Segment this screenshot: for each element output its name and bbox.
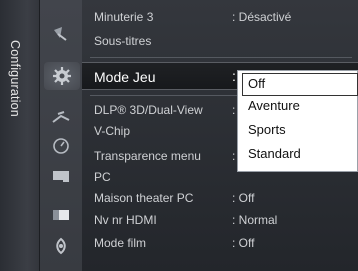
row-label: Mode film [94,236,147,250]
dropdown-option-off[interactable]: Off [242,73,358,96]
row-value: : [232,103,236,117]
clock-icon[interactable] [50,136,72,156]
row-label: Sous-titres [94,34,152,48]
dropdown-option-aventure[interactable]: Aventure [238,95,358,118]
dropdown-option-standard[interactable]: Standard [238,143,358,166]
satellite-icon[interactable] [50,24,72,44]
row-value: : [232,68,236,84]
row-label: Minuterie 3 [94,10,154,24]
mode-jeu-dropdown[interactable]: Off Aventure Sports Standard [237,70,358,172]
row-value: : Normal [232,213,278,227]
gear-icon[interactable] [44,62,80,90]
input-icon[interactable] [50,166,72,186]
menu-row-nv-nr-hdmi[interactable]: Nv nr HDMI : Normal [82,209,358,231]
menu-row-maison-theater-pc[interactable]: Maison theater PC : Off [82,187,358,209]
row-label: Maison theater PC [94,191,194,205]
menu-icon-column [40,0,82,271]
row-label: PC [94,170,111,184]
menu-row-mode-film[interactable]: Mode film : Off [82,232,358,254]
row-value: : Désactivé [232,10,292,24]
row-label: Nv nr HDMI [94,213,157,227]
antenna-icon[interactable] [50,108,72,128]
osd-menu-window: Configuration Minuterie 3 : Désactivé So… [0,0,358,271]
row-label: DLP® 3D/Dual-View [94,103,203,117]
category-tab-label: Configuration [8,40,22,117]
dropdown-option-sports[interactable]: Sports [238,119,358,142]
picture-icon[interactable] [50,205,72,225]
menu-row-minuterie-3[interactable]: Minuterie 3 : Désactivé [82,6,358,28]
row-value: : Off [232,236,255,250]
sound-icon[interactable] [50,236,72,256]
row-label: V-Chip [94,124,131,138]
row-label: Transparence menu [94,149,201,163]
category-tab[interactable]: Configuration [0,0,40,271]
menu-row-sous-titres[interactable]: Sous-titres [82,30,358,52]
divider [90,57,352,58]
row-label: Mode Jeu [94,69,156,85]
row-value: : [232,149,236,163]
row-value: : Off [232,191,255,205]
